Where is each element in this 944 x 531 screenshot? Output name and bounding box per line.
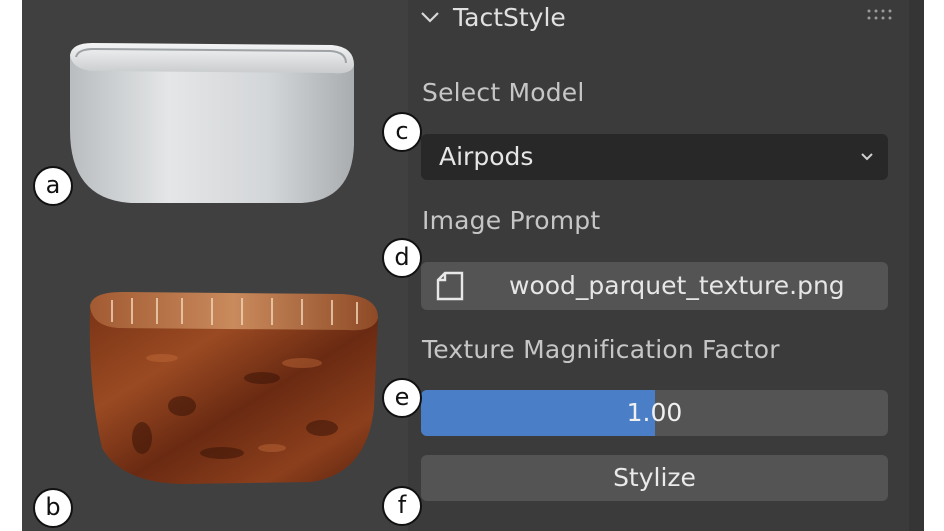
panel-edge — [909, 0, 924, 531]
marker-f: f — [382, 486, 422, 526]
chevron-down-icon — [861, 153, 873, 161]
image-prompt-file-field[interactable]: wood_parquet_texture.png — [421, 262, 888, 310]
drag-grip-icon[interactable] — [866, 8, 894, 22]
marker-d: d — [382, 238, 422, 278]
marker-b: b — [33, 488, 73, 528]
file-icon[interactable] — [435, 270, 465, 302]
panel-title: TactStyle — [453, 2, 566, 32]
marker-c: c — [382, 112, 422, 152]
marker-a: a — [33, 166, 73, 206]
model-dropdown[interactable]: Airpods — [421, 134, 888, 180]
panel-header[interactable]: TactStyle — [419, 0, 566, 34]
stylize-button[interactable]: Stylize — [421, 455, 888, 501]
model-dropdown-value: Airpods — [439, 142, 534, 171]
chevron-down-icon[interactable] — [419, 6, 441, 28]
select-model-label: Select Model — [422, 78, 585, 107]
textured-airpods-model — [89, 292, 378, 484]
magnification-label: Texture Magnification Factor — [422, 335, 780, 364]
image-prompt-filename: wood_parquet_texture.png — [509, 271, 845, 300]
plain-airpods-model — [70, 43, 354, 203]
magnification-value: 1.00 — [626, 398, 683, 427]
image-prompt-label: Image Prompt — [422, 206, 601, 235]
marker-e: e — [382, 378, 422, 418]
3d-viewport[interactable] — [22, 0, 408, 531]
magnification-slider[interactable]: 1.00 — [421, 390, 888, 436]
